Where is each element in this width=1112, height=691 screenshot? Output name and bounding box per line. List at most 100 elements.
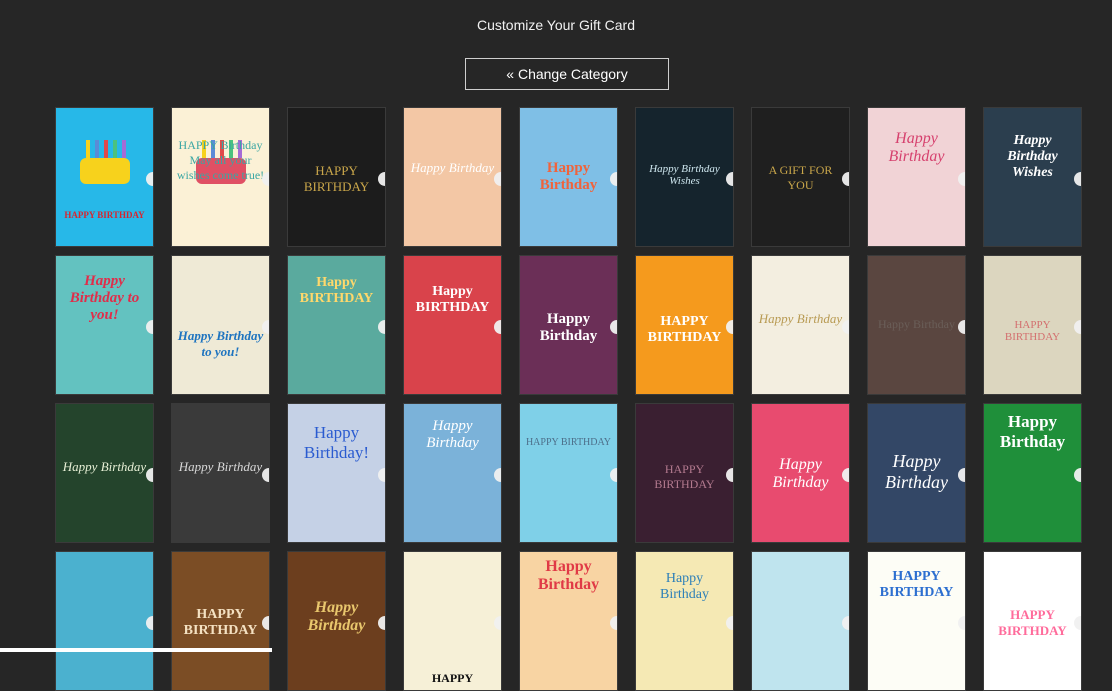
card-notch [1074, 616, 1081, 630]
card-notch [146, 320, 153, 334]
gift-card-thumbnail[interactable]: Happy Birthday Wishes [635, 107, 734, 247]
card-title-text: HAPPY BIRTHDAY [183, 607, 258, 639]
card-title-text: HAPPY BIRTHDAY [998, 607, 1067, 639]
gift-card-thumbnail[interactable]: HAPPY BIRTHDAY [635, 403, 734, 543]
gift-card-thumbnail[interactable] [55, 551, 154, 691]
gift-card-thumbnail[interactable]: Happy BIRTHDAY [403, 255, 502, 395]
card-notch [610, 468, 617, 482]
card-notch [610, 172, 617, 186]
card-notch [378, 172, 385, 186]
gift-card-thumbnail[interactable] [751, 551, 850, 691]
page-title: Customize Your Gift Card [477, 17, 635, 33]
card-notch [494, 616, 501, 630]
gift-card-thumbnail[interactable]: Happy Birthday [635, 551, 734, 691]
cake-icon [80, 140, 130, 184]
card-notch [610, 320, 617, 334]
card-notch [726, 172, 733, 186]
card-notch [146, 616, 153, 630]
card-title-text: Happy Birthday [888, 130, 945, 166]
card-notch [494, 172, 501, 186]
gift-card-thumbnail[interactable]: HAPPY BIRTHDAY [171, 551, 270, 691]
gift-card-thumbnail[interactable]: Happy Birthday [867, 403, 966, 543]
gift-card-thumbnail[interactable]: Happy Birthday [55, 403, 154, 543]
card-title-text: Happy Birthday [539, 311, 598, 345]
card-notch [262, 172, 269, 186]
card-title-text: HAPPY BIRTHDAY [1004, 319, 1061, 344]
bottom-scroll-indicator [0, 648, 272, 652]
gift-card-thumbnail[interactable]: Happy Birthday [867, 255, 966, 395]
card-title-text: Happy Birthday [758, 311, 843, 327]
card-notch [378, 320, 385, 334]
card-notch [262, 616, 269, 630]
gift-card-thumbnail[interactable]: Happy Birthday [519, 255, 618, 395]
gift-card-thumbnail[interactable]: Happy Birthday [287, 551, 386, 691]
card-notch [842, 616, 849, 630]
gift-card-thumbnail[interactable]: Happy Birthday [403, 107, 502, 247]
card-title-text: Happy Birthday [660, 571, 709, 603]
card-notch [958, 172, 965, 186]
card-title-text: Happy Birthday [885, 450, 948, 492]
card-notch [842, 468, 849, 482]
card-title-text: HAPPY BIRTHDAY [303, 163, 370, 195]
card-notch [1074, 468, 1081, 482]
gift-card-thumbnail[interactable]: Happy Birthday [867, 107, 966, 247]
gift-card-thumbnail[interactable]: Happy Birthday [519, 551, 618, 691]
card-title-text: Happy BIRTHDAY [415, 283, 490, 315]
gift-card-thumbnail[interactable]: Happy Birthday to you! [171, 255, 270, 395]
card-title-text: Happy Birthday [178, 459, 263, 475]
card-title-text: HAPPY [431, 670, 474, 685]
gift-card-thumbnail[interactable]: HAPPY BIRTHDAY [55, 107, 154, 247]
card-notch [146, 172, 153, 186]
card-notch [494, 468, 501, 482]
card-title-text: Happy Birthday to you! [177, 327, 264, 359]
card-notch [842, 172, 849, 186]
card-title-text: HAPPY BIRTHDAY [525, 437, 612, 449]
card-title-text: Happy Birthday [999, 412, 1066, 452]
gift-card-thumbnail[interactable]: Happy Birthday [751, 255, 850, 395]
card-notch [146, 468, 153, 482]
card-grid: HAPPY BIRTHDAY HAPPY Birthday May all you… [55, 107, 1082, 691]
card-title-text: Happy Birthday [539, 160, 598, 194]
card-title-text: Happy Birthday to you! [69, 272, 140, 323]
card-notch [726, 616, 733, 630]
gift-card-thumbnail[interactable]: HAPPY BIRTHDAY [867, 551, 966, 691]
card-notch [958, 320, 965, 334]
gift-card-thumbnail[interactable]: Happy Birthday to you! [55, 255, 154, 395]
gift-card-thumbnail[interactable]: HAPPY BIRTHDAY [983, 255, 1082, 395]
card-title-text: HAPPY BIRTHDAY [64, 210, 145, 221]
gift-card-thumbnail[interactable]: HAPPY BIRTHDAY [287, 107, 386, 247]
gift-card-thumbnail[interactable]: HAPPY [403, 551, 502, 691]
card-notch [610, 616, 617, 630]
card-notch [842, 320, 849, 334]
card-title-text: Happy Birthday [410, 160, 495, 176]
card-title-text: Happy Birthday [62, 459, 147, 475]
gift-card-thumbnail[interactable]: HAPPY BIRTHDAY [519, 403, 618, 543]
gift-card-thumbnail[interactable]: Happy Birthday! [287, 403, 386, 543]
card-title-text: Happy Birthday [772, 456, 829, 492]
gift-card-thumbnail[interactable]: HAPPY BIRTHDAY [983, 551, 1082, 691]
gift-card-thumbnail[interactable]: Happy Birthday [983, 403, 1082, 543]
card-notch [494, 320, 501, 334]
card-title-text: HAPPY BIRTHDAY [654, 461, 715, 491]
card-title-text: HAPPY BIRTHDAY [647, 313, 722, 345]
gift-card-thumbnail[interactable]: A GIFT FOR YOU [751, 107, 850, 247]
gift-card-thumbnail[interactable]: Happy Birthday Wishes [983, 107, 1082, 247]
change-category-button[interactable]: « Change Category [465, 58, 669, 90]
card-notch [958, 468, 965, 482]
gift-card-thumbnail[interactable]: Happy Birthday [519, 107, 618, 247]
card-title-text: Happy BIRTHDAY [299, 275, 374, 307]
gift-card-thumbnail[interactable]: Happy Birthday [171, 403, 270, 543]
gift-card-thumbnail[interactable]: Happy BIRTHDAY [287, 255, 386, 395]
gift-card-thumbnail[interactable]: Happy Birthday [403, 403, 502, 543]
card-title-text: Happy Birthday [426, 417, 479, 451]
gift-card-thumbnail[interactable]: HAPPY Birthday May all your wishes come … [171, 107, 270, 247]
gift-card-thumbnail[interactable]: Happy Birthday [751, 403, 850, 543]
card-notch [958, 616, 965, 630]
gift-card-thumbnail[interactable]: HAPPY BIRTHDAY [635, 255, 734, 395]
cake-icon [196, 140, 246, 184]
card-notch [726, 468, 733, 482]
card-notch [262, 468, 269, 482]
card-title-text: Happy Birthday Wishes [1007, 132, 1058, 180]
card-notch [378, 616, 385, 630]
card-title-text: A GIFT FOR YOU [768, 163, 833, 193]
